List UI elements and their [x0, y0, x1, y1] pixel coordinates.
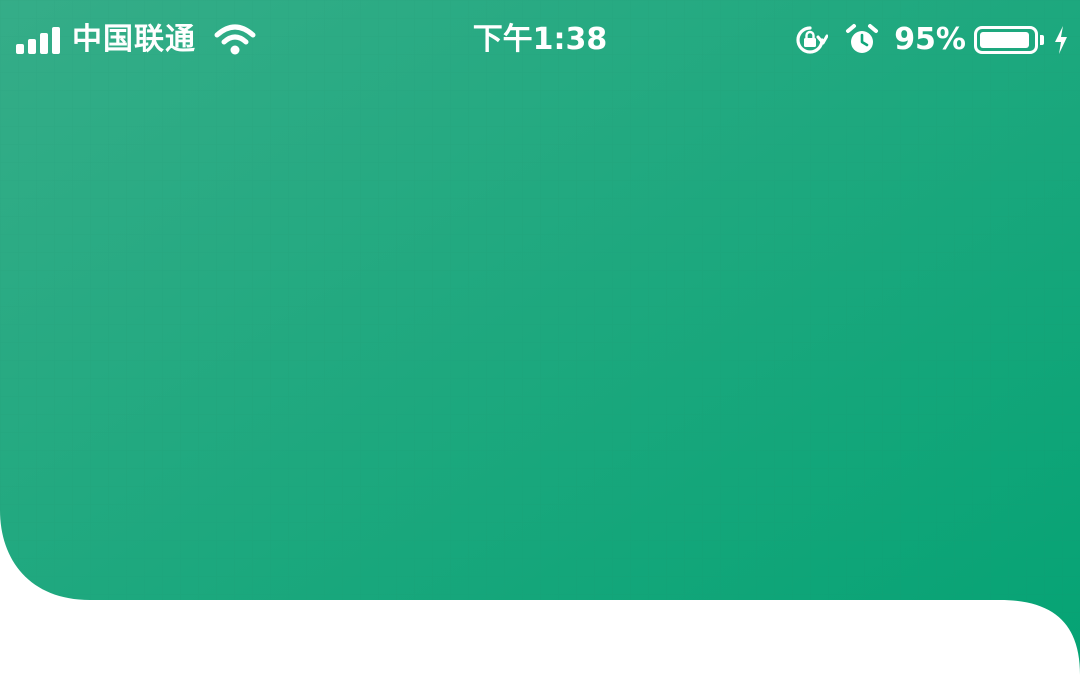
battery-icon [974, 26, 1038, 54]
carrier-name: 中国联通 [72, 22, 196, 57]
status-bar-left: 中国联通 [16, 20, 256, 60]
wifi-icon [214, 24, 256, 55]
status-bar-right: 95% [792, 20, 1070, 60]
orientation-lock-icon [796, 26, 829, 54]
header-banner [0, 0, 1080, 675]
app-screen: 中国联通 下午1:38 95% [0, 0, 1080, 675]
charging-icon [1055, 26, 1067, 54]
battery-tip [1040, 35, 1044, 45]
battery-percent: 95% [894, 22, 966, 57]
header-grid-texture [0, 0, 1080, 675]
alarm-icon [846, 24, 879, 53]
battery-level [980, 32, 1030, 48]
signal-icon [16, 26, 60, 54]
status-bar: 中国联通 下午1:38 95% [0, 0, 1080, 80]
